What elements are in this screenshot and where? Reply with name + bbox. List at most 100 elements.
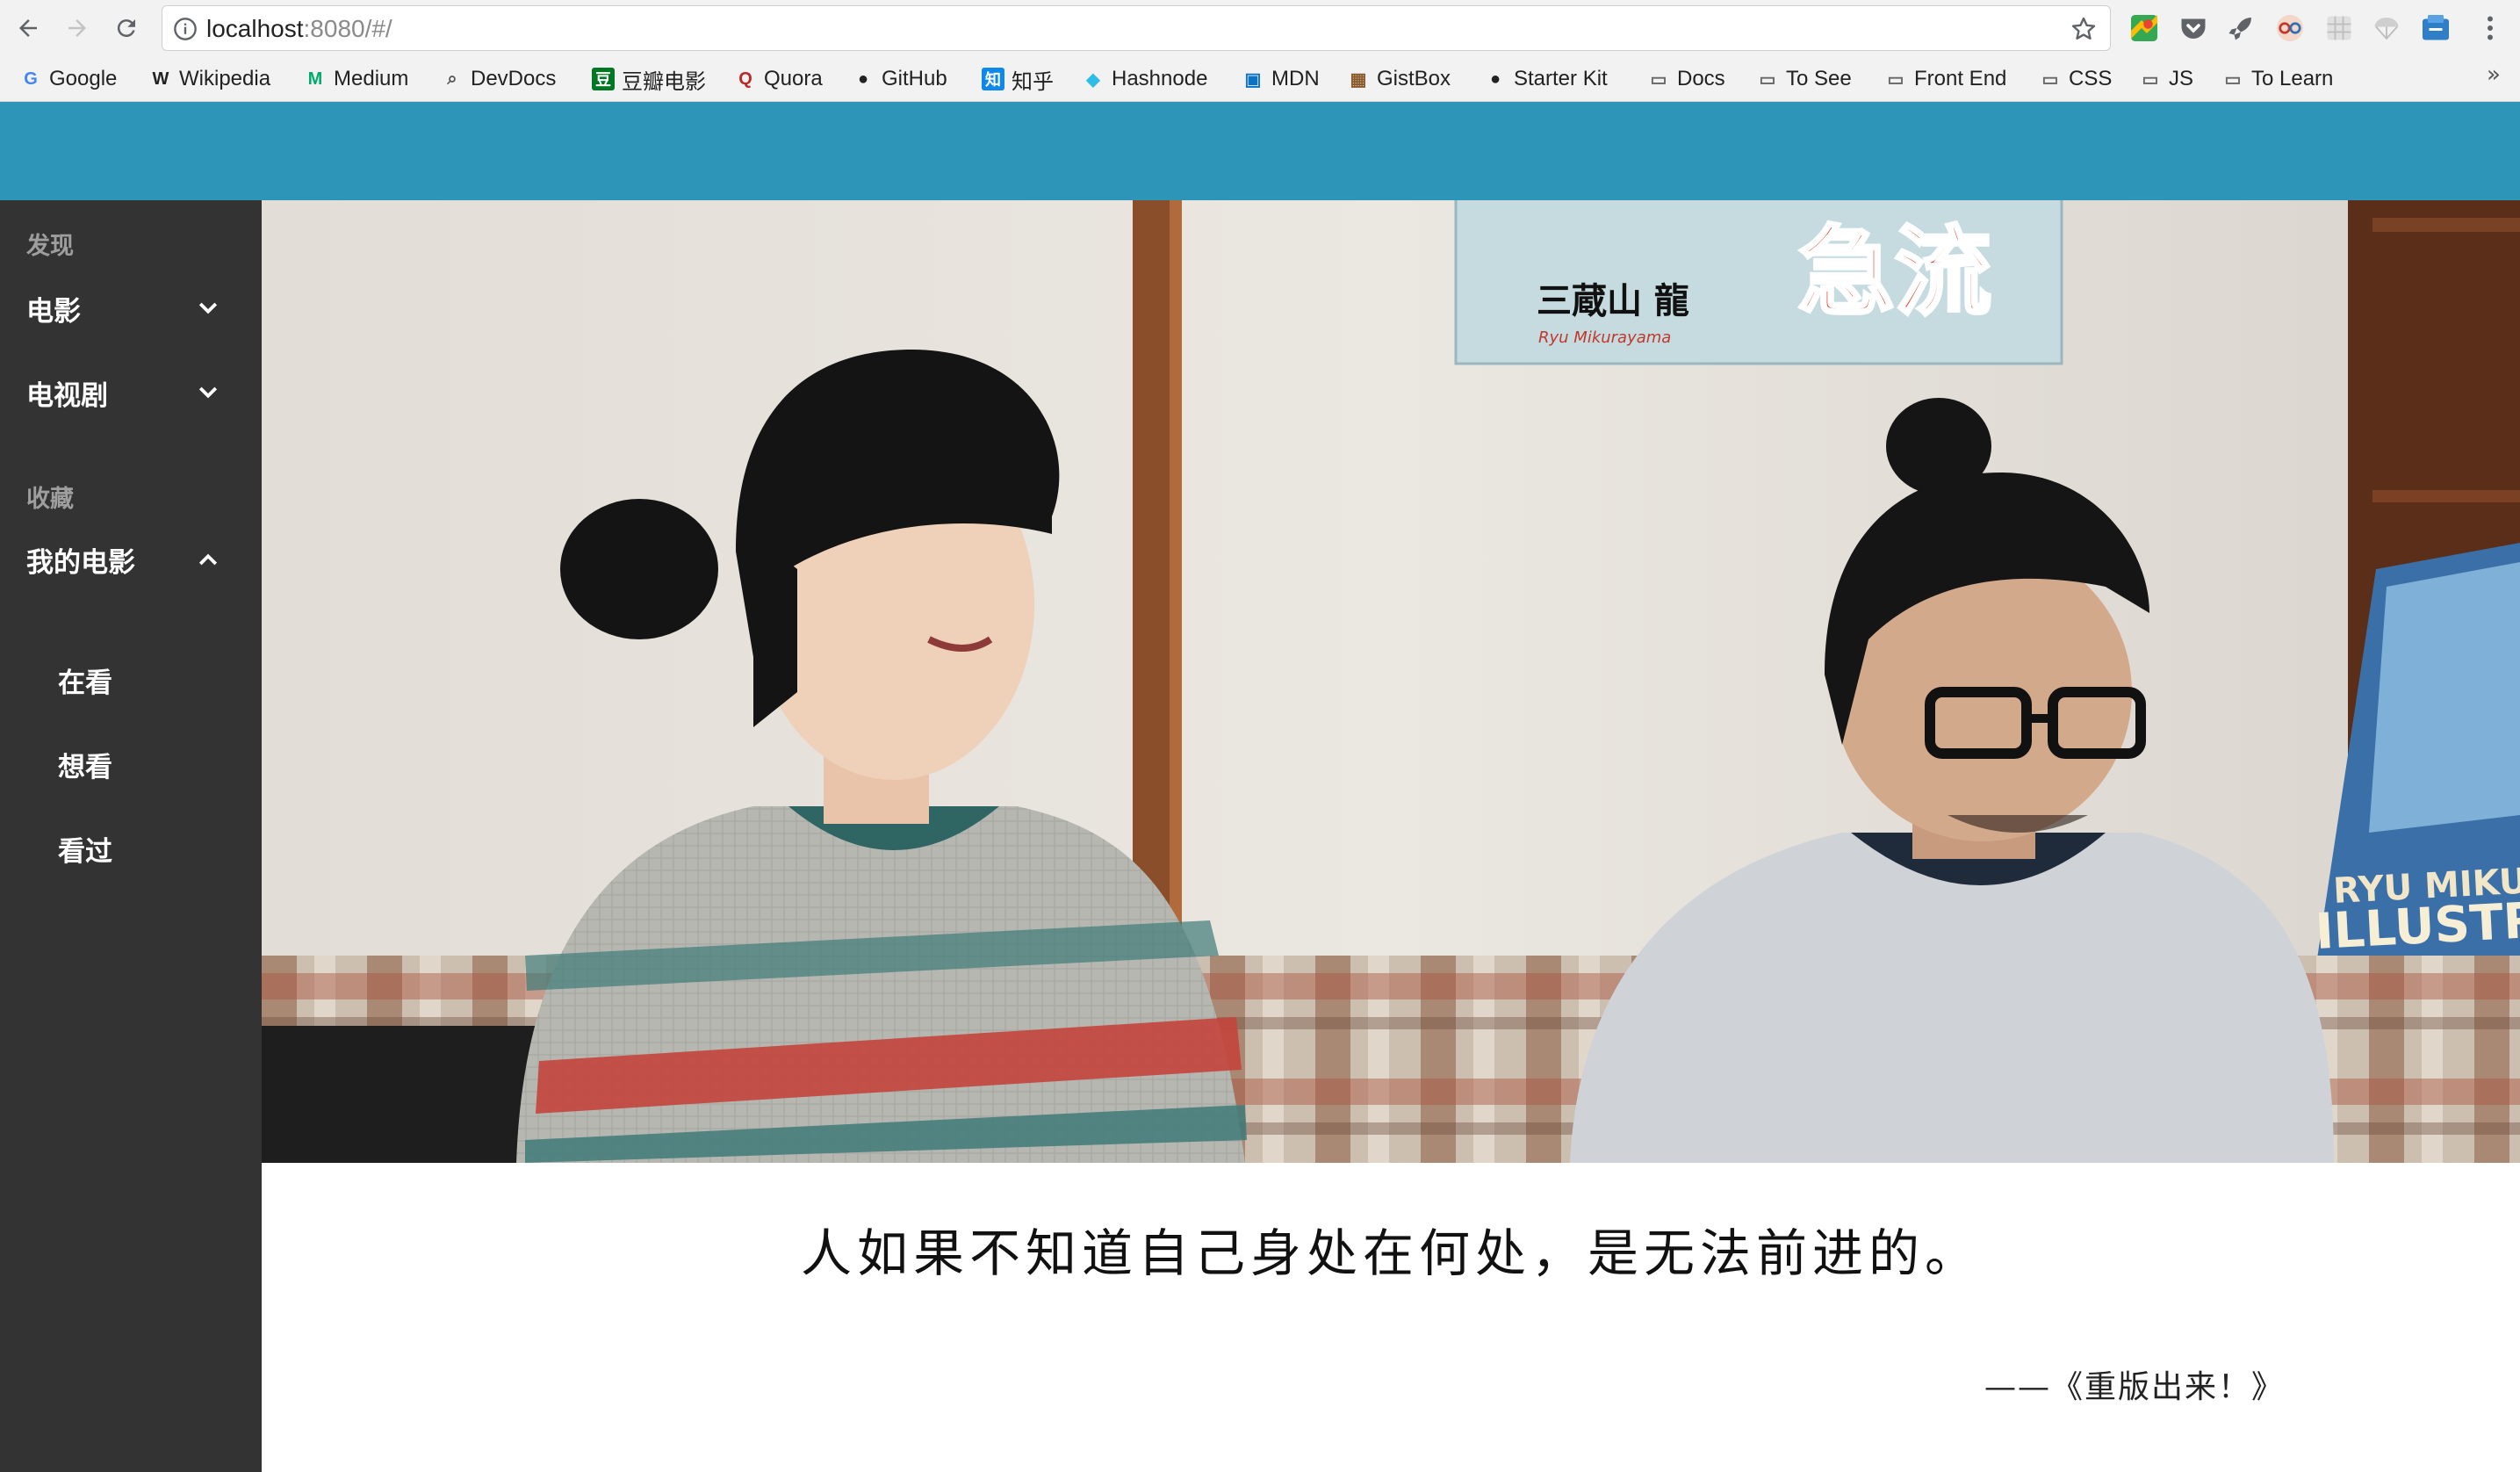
bookmark-item[interactable]: ● GitHub [852, 61, 947, 97]
pocket-extension-icon[interactable] [2178, 12, 2209, 44]
browser-chrome: localhost:8080/#/ G Google W Wikipedia M [0, 0, 2520, 102]
bookmark-label: Wikipedia [179, 67, 271, 90]
arrow-left-icon [19, 19, 37, 37]
sidebar-group-discover: 发现 [26, 233, 74, 260]
douban-icon: 豆 [592, 68, 615, 90]
browser-toolbar: localhost:8080/#/ [0, 0, 2520, 56]
chevron-down-icon [198, 386, 218, 399]
bookmark-label: Quora [764, 67, 823, 90]
url-path: :8080/#/ [303, 15, 392, 42]
arrow-right-icon [68, 19, 86, 37]
wall-poster: 急流 三蔵山 龍 Ryu Mikurayama [1454, 200, 2063, 365]
bookmark-item[interactable]: ▣ MDN [1242, 61, 1320, 97]
sidebar-item-tv[interactable]: 电视剧 [0, 353, 262, 432]
rocket-extension-icon[interactable] [2225, 12, 2257, 44]
github-icon: ● [857, 69, 869, 89]
blue-box-extension-icon[interactable] [2420, 12, 2452, 44]
bookmark-label: Docs [1677, 67, 1725, 90]
bookmark-item[interactable]: 知知乎 [982, 61, 1054, 97]
hashnode-icon: ◆ [1086, 69, 1100, 90]
bookmark-item[interactable]: M Medium [304, 61, 409, 97]
bookmark-label: Medium [334, 67, 409, 90]
bookmark-item[interactable]: ▭ Docs [1647, 61, 1725, 97]
parachute-extension-icon[interactable] [2371, 12, 2402, 44]
address-bar[interactable]: localhost:8080/#/ [162, 5, 2111, 51]
bookmark-label: Front End [1914, 67, 2007, 90]
sidebar-item-tv-label: 电视剧 [26, 379, 108, 412]
chevron-down-icon [198, 302, 218, 314]
bookmark-item[interactable]: 豆豆瓣电影 [592, 61, 706, 97]
info-icon [174, 18, 197, 40]
hero-illustration: 急流 三蔵山 龍 Ryu Mikurayama RYU MIKUR ILLUST… [262, 200, 2520, 1163]
bookmark-item[interactable]: ▭ JS [2139, 61, 2193, 97]
gistbox-icon: ▦ [1350, 69, 1367, 90]
forward-button[interactable] [60, 11, 95, 46]
folder-icon: ▭ [1887, 69, 1904, 90]
github-icon: ● [1489, 69, 1501, 89]
bookmark-item[interactable]: ⌕ DevDocs [441, 61, 556, 97]
more-vert-icon[interactable] [2474, 12, 2506, 44]
bookmark-label: JS [2169, 67, 2194, 90]
medium-icon: M [307, 69, 323, 89]
reload-icon [117, 19, 135, 38]
poster-name: 三蔵山 龍 [1537, 281, 1689, 321]
bookmarks-overflow-button[interactable]: » [2487, 61, 2501, 88]
quote-text: 人如果不知道自己身处在何处，是无法前进的。 [800, 1223, 1981, 1283]
sidebar-subitem-watched-label: 看过 [58, 836, 112, 868]
bookmark-item[interactable]: ▦ GistBox [1347, 61, 1451, 97]
app-header-bar [0, 102, 2520, 200]
sidebar-item-my-movies-label: 我的电影 [26, 546, 135, 579]
hero-image: 急流 三蔵山 龍 Ryu Mikurayama RYU MIKUR ILLUST… [262, 200, 2520, 1163]
google-maps-extension-icon[interactable] [2128, 12, 2160, 44]
mdn-icon: ▣ [1244, 69, 1262, 90]
devdocs-icon: ⌕ [447, 69, 457, 89]
bookmark-item[interactable]: ▭ To Learn [2221, 61, 2334, 97]
google-icon: G [24, 69, 38, 89]
bookmark-label: 知乎 [1012, 69, 1054, 94]
bookmark-item[interactable]: G Google [19, 61, 117, 97]
poster-title: 急流 [1798, 216, 1991, 328]
sidebar-subitem-watching-label: 在看 [58, 667, 112, 699]
bookmark-item[interactable]: W Wikipedia [149, 61, 271, 97]
sidebar-item-my-movies[interactable]: 我的电影 [0, 520, 262, 599]
folder-icon: ▭ [2041, 69, 2059, 90]
back-button[interactable] [11, 11, 46, 46]
sidebar-item-movies[interactable]: 电影 [0, 269, 262, 348]
bookmark-item[interactable]: ▭ CSS [2039, 61, 2113, 97]
bookmark-label: GitHub [882, 67, 947, 90]
bookmark-item[interactable]: ▭ To See [1756, 61, 1852, 97]
bookmark-label: CSS [2069, 67, 2113, 90]
bookmark-label: To See [1786, 67, 1852, 90]
sidebar-group-favorites: 收藏 [26, 486, 74, 513]
bookmark-label: Starter Kit [1514, 67, 1608, 90]
chevron-up-icon [198, 553, 218, 566]
bookmark-label: 豆瓣电影 [622, 69, 706, 94]
quote-source: ——《重版出来！》 [1984, 1369, 2286, 1405]
bookmark-label: DevDocs [471, 67, 557, 90]
glasses-extension-icon[interactable] [2274, 12, 2306, 44]
wikipedia-icon: W [152, 69, 169, 89]
folder-icon: ▭ [1650, 69, 1667, 90]
sidebar-item-movies-label: 电影 [26, 295, 81, 328]
bookmark-label: To Learn [2251, 67, 2334, 90]
sidebar-subitem-watching[interactable]: 在看 [0, 638, 262, 717]
folder-icon: ▭ [2142, 69, 2159, 90]
bookmark-item[interactable]: Q Quora [734, 61, 823, 97]
bookmark-label: Hashnode [1112, 67, 1208, 90]
bookmark-star-icon[interactable] [2070, 15, 2098, 43]
bookmarks-bar: G Google W Wikipedia M Medium ⌕ DevDocs 豆豆瓣电影 Q Qu… [0, 56, 2520, 102]
folder-icon: ▭ [2224, 69, 2242, 90]
sidebar-subitem-watched[interactable]: 看过 [0, 806, 262, 885]
quora-icon: Q [738, 69, 752, 89]
bookmark-item[interactable]: ▭ Front End [1884, 61, 2007, 97]
poster-romaji: Ryu Mikurayama [1538, 328, 1671, 347]
bookmark-item[interactable]: ● Starter Kit [1484, 61, 1608, 97]
sidebar-subitem-want-label: 想看 [58, 752, 112, 783]
sidebar-subitem-want-to-watch[interactable]: 想看 [0, 722, 262, 801]
bookmark-label: MDN [1271, 67, 1320, 90]
grid-extension-icon[interactable] [2323, 12, 2355, 44]
bookmark-item[interactable]: ◆ Hashnode [1082, 61, 1207, 97]
reload-button[interactable] [109, 11, 144, 46]
bookmark-label: Google [49, 67, 118, 90]
sidebar: 发现 电影 电视剧 收藏 我的电影 在看 想看 看过 [0, 200, 262, 1472]
